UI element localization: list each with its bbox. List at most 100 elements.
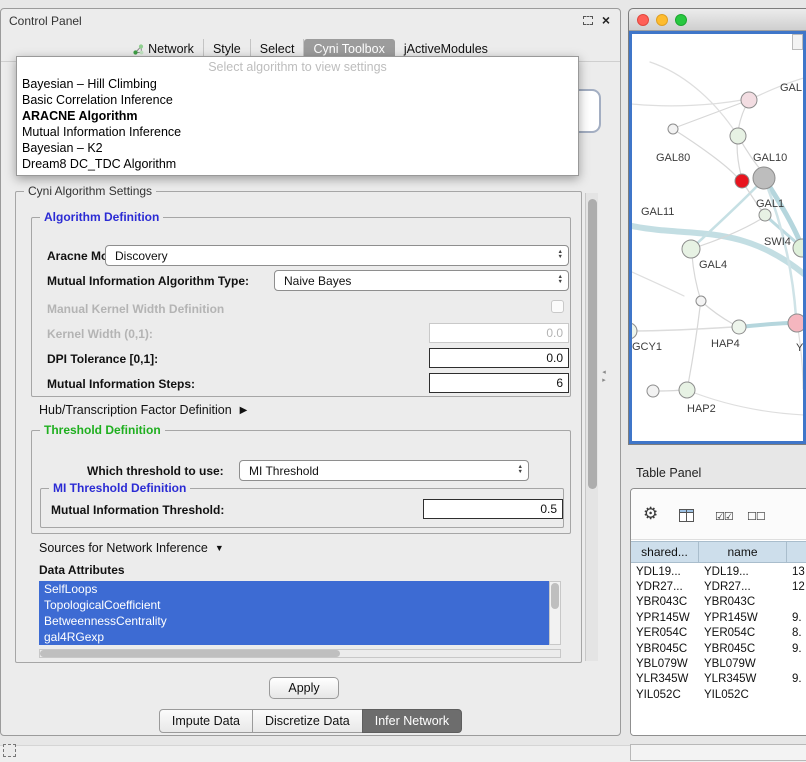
sources-label: Sources for Network Inference [39, 541, 208, 555]
bottom-tab-discretize-data[interactable]: Discretize Data [252, 709, 363, 733]
scrollbar-thumb[interactable] [588, 199, 597, 489]
algorithm-option-aracne-algorithm[interactable]: ARACNE Algorithm [17, 108, 578, 124]
scrollbar-thumb[interactable] [40, 650, 340, 657]
algorithm-option-basic-correlation-inference[interactable]: Basic Correlation Inference [17, 92, 578, 108]
mi-type-value: Naive Bayes [284, 274, 351, 288]
zoom-traffic-light-icon[interactable] [675, 14, 687, 26]
float-window-icon[interactable] [583, 16, 593, 25]
node-gal10[interactable] [753, 167, 775, 189]
node-gal1[interactable] [759, 209, 771, 221]
node-red[interactable] [735, 174, 749, 188]
node-mid[interactable] [696, 296, 706, 306]
network-canvas-frame: GALGAL80GAL10GAL11GAL1SWI4GAL4GCY1HAP4YH… [629, 31, 806, 444]
tab-label: Cyni Toolbox [313, 42, 384, 56]
columns-icon[interactable] [679, 509, 694, 525]
which-threshold-select[interactable]: MI Threshold ▲▼ [239, 460, 529, 481]
mi-type-select[interactable]: Naive Bayes ▲▼ [274, 270, 569, 291]
table-row[interactable]: YDR27...YDR27...12 [631, 579, 806, 594]
node-gal4[interactable] [682, 240, 700, 258]
mi-threshold-group: MI Threshold Definition Mutual Informati… [40, 488, 564, 528]
table-horizontal-scrollbar[interactable] [630, 744, 806, 761]
data-attributes-label: Data Attributes [39, 563, 125, 577]
settings-group-title: Cyni Algorithm Settings [24, 184, 156, 198]
table-cell: YER054C [699, 627, 787, 639]
select-all-icon[interactable]: ☑☑ [715, 510, 733, 523]
attribute-item-gal4rgexp[interactable]: gal4RGexp [39, 629, 549, 645]
settings-scrollbar[interactable] [585, 193, 598, 661]
dpi-tolerance-input[interactable]: 0.0 [429, 348, 569, 368]
mi-threshold-input[interactable]: 0.5 [423, 499, 563, 519]
table-cell: 13 [787, 566, 806, 578]
hub-definition-label: Hub/Transcription Factor Definition [39, 403, 232, 417]
node-green-top[interactable] [730, 128, 746, 144]
aracne-mode-value: Discovery [115, 249, 168, 263]
traffic-lights [637, 14, 687, 26]
table-cell: YDR27... [699, 581, 787, 593]
bottom-tabs: Impute DataDiscretize DataInfer Network [1, 709, 620, 733]
network-canvas[interactable]: GALGAL80GAL10GAL11GAL1SWI4GAL4GCY1HAP4YH… [632, 34, 803, 441]
attribute-item-selfloops[interactable]: SelfLoops [39, 581, 549, 597]
table-cell: YPR145W [631, 612, 699, 624]
deselect-all-icon[interactable]: ☐☐ [747, 510, 765, 523]
attribute-item-topologicalcoefficient[interactable]: TopologicalCoefficient [39, 597, 549, 613]
table-row[interactable]: YPR145WYPR145W9. [631, 610, 806, 625]
network-vertical-scrollbar[interactable] [792, 34, 803, 50]
panel-splitter-handle[interactable]: ◂▸ [599, 365, 609, 389]
algorithm-option-bayesian-hill-climbing[interactable]: Bayesian – Hill Climbing [17, 76, 578, 92]
table-row[interactable]: YLR345WYLR345W9. [631, 672, 806, 687]
table-column-header[interactable]: shared... [631, 542, 699, 562]
table-rows: YDL19...YDL19...13YDR27...YDR27...12YBR0… [631, 564, 806, 735]
table-cell: YBR045C [631, 643, 699, 655]
bottom-tab-impute-data[interactable]: Impute Data [159, 709, 253, 733]
table-column-header[interactable]: name [699, 542, 787, 562]
scrollbar-thumb[interactable] [551, 583, 559, 609]
table-row[interactable]: YBR043CYBR043C [631, 595, 806, 610]
attributes-horizontal-scrollbar[interactable] [39, 649, 561, 658]
control-panel-titlebar[interactable]: Control Panel × [1, 9, 620, 33]
mi-steps-input[interactable]: 6 [429, 373, 569, 393]
algorithm-dropdown: Select algorithm to view settings Bayesi… [16, 56, 579, 176]
close-icon[interactable]: × [602, 14, 610, 26]
table-cell: YPR145W [699, 612, 787, 624]
minimize-traffic-light-icon[interactable] [656, 14, 668, 26]
attribute-item-betweennesscentrality[interactable]: BetweennessCentrality [39, 613, 549, 629]
node-pink-top[interactable] [741, 92, 757, 108]
attributes-vertical-scrollbar[interactable] [549, 581, 561, 645]
apply-button[interactable]: Apply [269, 677, 339, 699]
table-row[interactable]: YDL19...YDL19...13 [631, 564, 806, 579]
table-cell: 9. [787, 643, 806, 655]
bottom-tab-infer-network[interactable]: Infer Network [362, 709, 462, 733]
table-cell: YDL19... [631, 566, 699, 578]
mi-threshold-group-title: MI Threshold Definition [49, 481, 190, 495]
node-label-gal10: GAL10 [753, 152, 787, 164]
table-row[interactable]: YIL052CYIL052C [631, 687, 806, 702]
table-row[interactable]: YER054CYER054C8. [631, 626, 806, 641]
tab-label: Network [148, 42, 194, 56]
close-traffic-light-icon[interactable] [637, 14, 649, 26]
network-window-titlebar[interactable] [629, 9, 806, 31]
table-row[interactable]: YBL079WYBL079W [631, 656, 806, 671]
gear-icon[interactable]: ⚙ [643, 505, 658, 522]
algorithm-option-mutual-information-inference[interactable]: Mutual Information Inference [17, 124, 578, 140]
aracne-mode-select[interactable]: Discovery ▲▼ [105, 245, 569, 266]
algorithm-option-dream8-dc-tdc-algorithm[interactable]: Dream8 DC_TDC Algorithm [17, 156, 578, 172]
table-toolbar: ⚙ ☑☑ ☐☐ [631, 489, 806, 540]
sources-toggle[interactable]: Sources for Network Inference ▼ [39, 541, 224, 555]
node-gcy1[interactable] [632, 323, 637, 339]
node-bottom-left[interactable] [647, 385, 659, 397]
hub-definition-toggle[interactable]: Hub/Transcription Factor Definition ▶ [39, 403, 247, 417]
table-cell: YIL052C [631, 689, 699, 701]
node-pink-right[interactable] [788, 314, 803, 332]
node-hap4[interactable] [732, 320, 746, 334]
kernel-width-input[interactable]: 0.0 [429, 323, 569, 343]
table-column-header[interactable] [787, 542, 806, 562]
minimized-panel-icon[interactable] [3, 744, 16, 757]
node-hap2[interactable] [679, 382, 695, 398]
threshold-definition-group: Threshold Definition Which threshold to … [31, 430, 571, 534]
table-panel-window: ⚙ ☑☑ ☐☐ shared...name YDL19...YDL19...13… [630, 488, 806, 736]
table-row[interactable]: YBR045CYBR045C9. [631, 641, 806, 656]
table-cell: 12 [787, 581, 806, 593]
algorithm-option-bayesian-k2[interactable]: Bayesian – K2 [17, 140, 578, 156]
manual-kernel-checkbox[interactable] [551, 300, 564, 313]
node-small-left[interactable] [668, 124, 678, 134]
